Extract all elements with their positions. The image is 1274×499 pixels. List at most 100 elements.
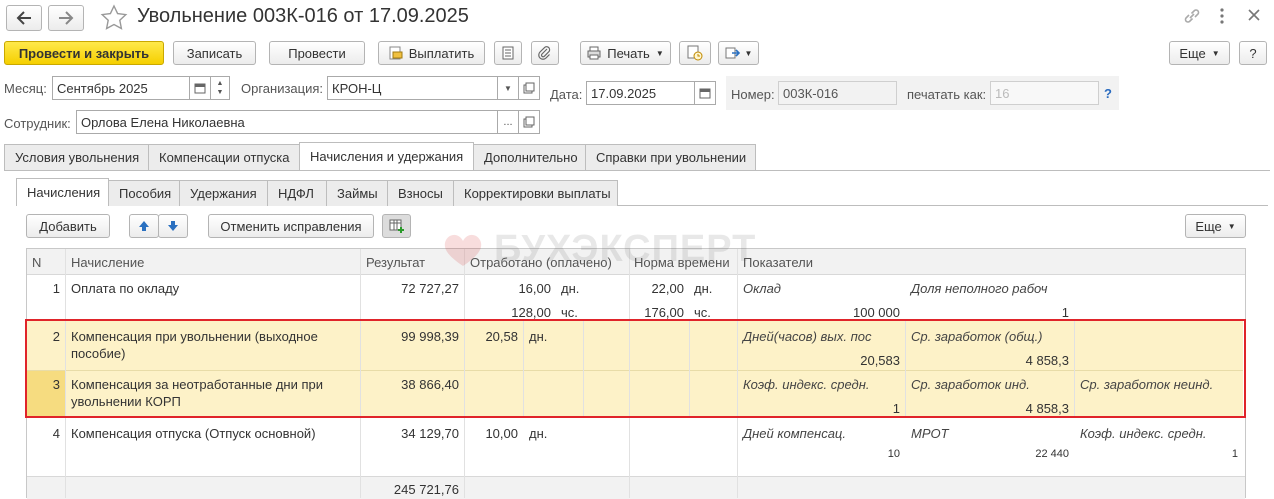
table-settings-button[interactable] xyxy=(382,214,411,238)
document-history-button[interactable] xyxy=(679,41,711,65)
total-row xyxy=(27,476,1245,499)
header-n: N xyxy=(32,255,42,270)
chevron-down-icon: ▼ xyxy=(655,48,664,58)
calendar-icon xyxy=(194,83,206,94)
norm-hours: 176,00 xyxy=(644,305,684,320)
indicator-value: 22 440 xyxy=(1035,448,1069,460)
employee-open-button[interactable] xyxy=(518,110,540,134)
pay-button[interactable]: Выплатить xyxy=(378,41,485,65)
organization-value: КРОН-Ц xyxy=(332,80,382,96)
tab-dismissal-certificates[interactable]: Справки при увольнении xyxy=(585,144,756,170)
subtab-payment-corrections[interactable]: Корректировки выплаты xyxy=(453,180,618,206)
chevron-down-icon: ▼ xyxy=(504,83,512,93)
tab-additional[interactable]: Дополнительно xyxy=(473,144,586,170)
number-field[interactable]: 003К-016 xyxy=(778,81,897,105)
print-as-field[interactable]: 16 xyxy=(990,81,1099,105)
indicator-value: 100 000 xyxy=(853,305,900,320)
open-window-icon xyxy=(523,82,535,94)
subtab-deductions[interactable]: Удержания xyxy=(179,180,268,206)
tab-vacation-compensation[interactable]: Компенсации отпуска xyxy=(148,144,300,170)
grid-more-label: Еще xyxy=(1195,218,1222,234)
indicator-label: Доля неполного рабоч xyxy=(911,281,1048,296)
printer-icon xyxy=(587,46,601,60)
arrow-down-icon xyxy=(168,221,178,231)
forward-button[interactable] xyxy=(48,5,84,31)
date-value: 17.09.2025 xyxy=(591,85,657,101)
tab-accruals-deductions[interactable]: Начисления и удержания xyxy=(299,142,474,170)
more-button[interactable]: Еще ▼ xyxy=(1169,41,1230,65)
organization-label: Организация: xyxy=(241,81,324,96)
date-label: Дата: xyxy=(550,87,583,102)
accrual-name[interactable]: Компенсация отпуска (Отпуск основной) xyxy=(71,426,316,441)
back-button[interactable] xyxy=(6,5,42,31)
tab-dismissal-conditions[interactable]: Условия увольнения xyxy=(4,144,149,170)
subtab-loans[interactable]: Займы xyxy=(326,180,388,206)
worked-days: 16,00 xyxy=(518,281,551,296)
create-based-on-button[interactable]: ▼ xyxy=(718,41,759,65)
print-label: Печать xyxy=(607,45,650,61)
accrual-name[interactable]: Оплата по окладу xyxy=(71,281,179,296)
indicator-value: 1 xyxy=(1061,305,1069,320)
month-calendar-button[interactable] xyxy=(189,76,211,100)
employee-field[interactable]: Орлова Елена Николаевна xyxy=(76,110,498,134)
header-result: Результат xyxy=(366,255,426,270)
worked-days-unit: дн. xyxy=(529,426,548,441)
subtab-ndfl[interactable]: НДФЛ xyxy=(267,180,327,206)
indicator-label: Оклад xyxy=(743,281,781,296)
pay-icon xyxy=(389,46,403,60)
kebab-menu-icon[interactable] xyxy=(1217,7,1227,25)
month-value: Сентябрь 2025 xyxy=(57,80,148,96)
post-and-close-button[interactable]: Провести и закрыть xyxy=(4,41,164,65)
month-field[interactable]: Сентябрь 2025 xyxy=(52,76,190,100)
link-icon[interactable] xyxy=(1182,6,1202,29)
watermark-logo-icon xyxy=(444,234,482,266)
page-title: Увольнение 003К-016 от 17.09.2025 xyxy=(137,5,469,27)
indicator-label: Коэф. индекс. средн. xyxy=(1080,426,1207,441)
move-up-button[interactable] xyxy=(129,214,159,238)
help-button[interactable]: ? xyxy=(1239,41,1267,65)
save-button[interactable]: Записать xyxy=(173,41,256,65)
report-button[interactable] xyxy=(494,41,522,65)
attach-button[interactable] xyxy=(531,41,559,65)
table-add-icon xyxy=(389,219,404,233)
paperclip-icon xyxy=(538,46,551,60)
organization-field[interactable]: КРОН-Ц xyxy=(327,76,498,100)
favorite-star-icon[interactable] xyxy=(100,4,128,35)
report-icon xyxy=(502,46,514,60)
chevron-down-icon: ▼ xyxy=(1227,221,1236,231)
more-label: Еще xyxy=(1179,45,1206,61)
worked-days: 10,00 xyxy=(485,426,518,441)
indicator-label: МРОТ xyxy=(911,426,949,441)
print-as-value: 16 xyxy=(995,85,1010,101)
help-link[interactable]: ? xyxy=(1104,86,1112,101)
print-as-label: печатать как: xyxy=(907,87,987,102)
subtab-contributions[interactable]: Взносы xyxy=(387,180,454,206)
move-down-button[interactable] xyxy=(158,214,188,238)
employee-select-button[interactable]: ... xyxy=(497,110,519,134)
post-button[interactable]: Провести xyxy=(269,41,365,65)
close-icon[interactable] xyxy=(1247,8,1261,25)
create-based-icon xyxy=(725,47,740,59)
subtab-accruals[interactable]: Начисления xyxy=(16,178,109,206)
number-value: 003К-016 xyxy=(783,85,839,101)
worked-days-unit: дн. xyxy=(561,281,580,296)
organization-open-button[interactable] xyxy=(518,76,540,100)
month-spinner[interactable]: ▲ ▼ xyxy=(210,76,230,100)
chevron-down-icon: ▼ xyxy=(1211,48,1220,58)
organization-dropdown-button[interactable]: ▼ xyxy=(497,76,519,100)
arrow-left-icon xyxy=(16,11,31,25)
spin-down-icon[interactable]: ▼ xyxy=(217,88,224,97)
result-value: 72 727,27 xyxy=(401,281,459,296)
add-button[interactable]: Добавить xyxy=(26,214,110,238)
cancel-corrections-button[interactable]: Отменить исправления xyxy=(208,214,374,238)
date-field[interactable]: 17.09.2025 xyxy=(586,81,695,105)
spin-up-icon[interactable]: ▲ xyxy=(217,79,224,88)
chevron-down-icon: ▼ xyxy=(744,48,753,58)
date-calendar-button[interactable] xyxy=(694,81,716,105)
row-number: 1 xyxy=(52,281,60,296)
print-button[interactable]: Печать ▼ xyxy=(580,41,671,65)
total-result: 245 721,76 xyxy=(393,482,459,497)
subtab-benefits[interactable]: Пособия xyxy=(108,180,180,206)
pay-label: Выплатить xyxy=(408,45,475,61)
grid-more-button[interactable]: Еще ▼ xyxy=(1185,214,1246,238)
